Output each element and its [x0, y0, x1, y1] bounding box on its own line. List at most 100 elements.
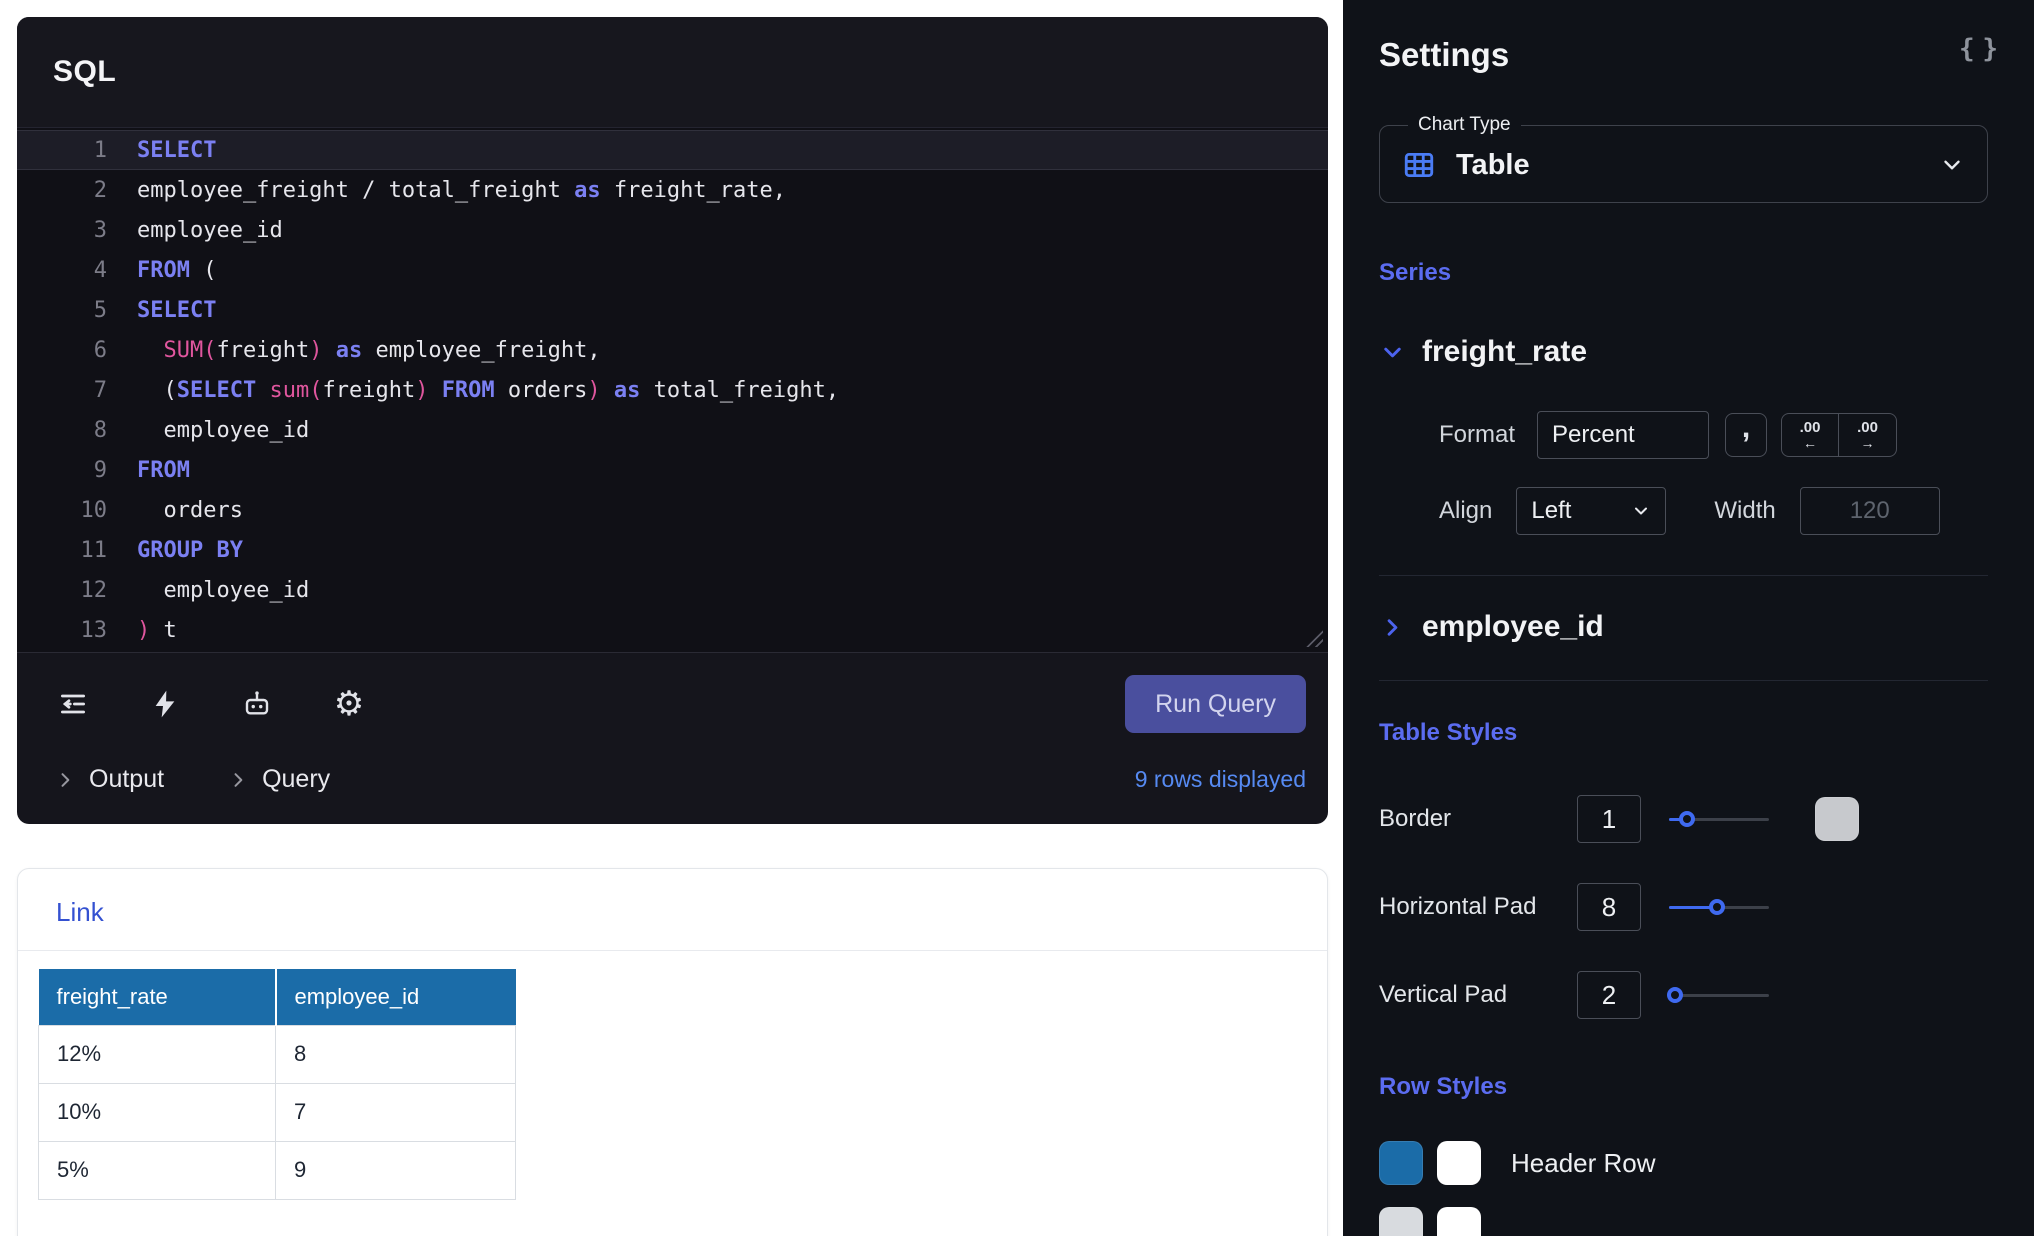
code-line[interactable]: 11GROUP BY [17, 530, 1328, 570]
line-number: 10 [17, 498, 107, 523]
format-value: Percent [1552, 421, 1635, 449]
settings-panel: Settings { } Chart Type Table Series fre… [1343, 0, 2034, 1236]
divider [1379, 575, 1988, 576]
header-row-fill-swatch[interactable] [1379, 1141, 1423, 1185]
border-color-swatch[interactable] [1815, 797, 1859, 841]
output-label: Output [89, 765, 164, 794]
result-table: freight_rateemployee_id 12%810%75%9 [38, 969, 516, 1200]
line-number: 4 [17, 258, 107, 283]
divider [1379, 680, 1988, 681]
row-fill-swatch[interactable] [1379, 1207, 1423, 1236]
border-width-slider[interactable] [1669, 811, 1769, 827]
header-row-label: Header Row [1511, 1148, 1656, 1179]
result-row: 10%7 [39, 1083, 516, 1141]
result-column-header: freight_rate [39, 969, 276, 1025]
chevron-right-icon [55, 770, 75, 790]
series-heading: Series [1379, 259, 1988, 287]
format-sql-icon[interactable] [55, 686, 91, 722]
thousands-separator-button[interactable]: , [1725, 413, 1767, 457]
code-line[interactable]: 3employee_id [17, 210, 1328, 250]
slider-thumb[interactable] [1709, 899, 1725, 915]
line-number: 3 [17, 218, 107, 243]
sql-editor-title: SQL [53, 55, 116, 89]
output-toggle[interactable]: Output [55, 765, 164, 794]
code-line[interactable]: 1SELECT [17, 130, 1328, 170]
result-column-header: employee_id [276, 969, 516, 1025]
table-grid-icon [1402, 148, 1436, 182]
sql-editor-header: SQL [17, 17, 1328, 127]
border-width-input[interactable] [1577, 795, 1641, 843]
border-label: Border [1379, 805, 1577, 833]
gear-icon[interactable]: ⚙ [331, 686, 367, 722]
sql-code-editor[interactable]: 1SELECT2employee_freight / total_freight… [17, 127, 1328, 653]
sql-toolbar: ⚙ Run Query [17, 653, 1328, 745]
next-row-style-partial [1379, 1207, 1988, 1236]
line-number: 1 [17, 138, 107, 163]
query-toggle[interactable]: Query [228, 765, 330, 794]
row-text-swatch[interactable] [1437, 1207, 1481, 1236]
header-row-text-swatch[interactable] [1437, 1141, 1481, 1185]
decrease-decimals-button[interactable]: .00 ← [1781, 413, 1839, 457]
horizontal-pad-input[interactable] [1577, 883, 1641, 931]
run-query-button[interactable]: Run Query [1125, 675, 1306, 733]
result-cell: 9 [276, 1141, 516, 1199]
code-line[interactable]: 7 (SELECT sum(freight) FROM orders) as t… [17, 370, 1328, 410]
result-cell: 10% [39, 1083, 276, 1141]
code-line[interactable]: 10 orders [17, 490, 1328, 530]
align-select[interactable]: Left [1516, 487, 1666, 535]
row-styles-heading: Row Styles [1379, 1073, 1988, 1101]
ai-assistant-robot-icon[interactable] [239, 686, 275, 722]
code-line[interactable]: 12 employee_id [17, 570, 1328, 610]
result-row: 12%8 [39, 1025, 516, 1083]
chevron-down-icon [1379, 339, 1406, 366]
result-card: Link freight_rateemployee_id 12%810%75%9 [17, 868, 1328, 1236]
main-column: SQL 1SELECT2employee_freight / total_fre… [0, 0, 1343, 1236]
header-row-style: Header Row [1379, 1141, 1988, 1185]
format-select[interactable]: Percent [1537, 411, 1709, 459]
line-number: 9 [17, 458, 107, 483]
horizontal-pad-slider[interactable] [1669, 899, 1769, 915]
series-name: employee_id [1422, 610, 1604, 644]
horizontal-pad-row: Horizontal Pad [1379, 883, 1988, 931]
line-number: 5 [17, 298, 107, 323]
line-number: 11 [17, 538, 107, 563]
vertical-pad-input[interactable] [1577, 971, 1641, 1019]
lightning-icon[interactable] [147, 686, 183, 722]
code-line[interactable]: 8 employee_id [17, 410, 1328, 450]
chart-type-select[interactable]: Table [1402, 148, 1965, 182]
chevron-down-icon [1939, 152, 1965, 178]
chart-type-fieldset: Chart Type Table [1379, 114, 1988, 203]
width-label: Width [1714, 497, 1775, 525]
align-label: Align [1439, 497, 1492, 525]
result-cell: 8 [276, 1025, 516, 1083]
settings-title: Settings [1379, 36, 1988, 74]
code-line[interactable]: 4FROM ( [17, 250, 1328, 290]
slider-thumb[interactable] [1679, 811, 1695, 827]
code-line[interactable]: 2employee_freight / total_freight as fre… [17, 170, 1328, 210]
code-line[interactable]: 9FROM [17, 450, 1328, 490]
slider-thumb[interactable] [1667, 987, 1683, 1003]
chevron-right-icon [1379, 614, 1406, 641]
chevron-down-icon [1631, 501, 1651, 521]
vertical-pad-slider[interactable] [1669, 987, 1769, 1003]
format-row: Format Percent , .00 ← .00 → [1439, 411, 1988, 459]
horizontal-pad-label: Horizontal Pad [1379, 893, 1577, 921]
rows-displayed-status: 9 rows displayed [1135, 766, 1306, 793]
divider [18, 950, 1327, 951]
line-number: 12 [17, 578, 107, 603]
code-line[interactable]: 13) t [17, 610, 1328, 650]
code-line[interactable]: 5SELECT [17, 290, 1328, 330]
result-row: 5%9 [39, 1141, 516, 1199]
series-item-freight-rate[interactable]: freight_rate [1379, 335, 1988, 369]
series-item-employee-id[interactable]: employee_id [1379, 610, 1988, 644]
app-root: SQL 1SELECT2employee_freight / total_fre… [0, 0, 2034, 1236]
result-cell: 7 [276, 1083, 516, 1141]
chart-type-label: Chart Type [1408, 114, 1521, 136]
code-braces-icon[interactable]: { } [1959, 34, 1994, 64]
vertical-pad-label: Vertical Pad [1379, 981, 1577, 1009]
result-cell: 5% [39, 1141, 276, 1199]
chart-title-link[interactable]: Link [18, 869, 1327, 950]
width-input[interactable] [1800, 487, 1940, 535]
increase-decimals-button[interactable]: .00 → [1839, 413, 1897, 457]
code-line[interactable]: 6 SUM(freight) as employee_freight, [17, 330, 1328, 370]
